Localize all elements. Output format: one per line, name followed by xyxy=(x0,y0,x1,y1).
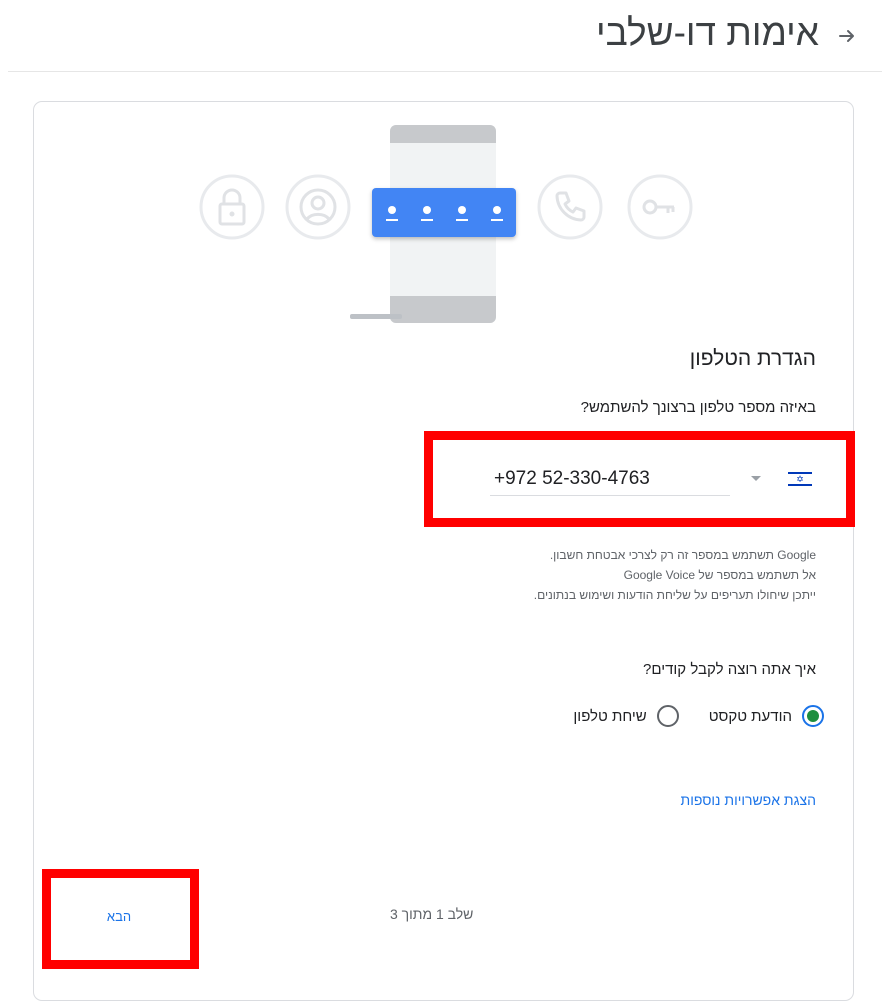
phone-number-input[interactable] xyxy=(490,462,730,496)
setup-illustration xyxy=(190,125,710,325)
phone-usage-notes: Google תשתמש במספר זה רק לצרכי אבטחת חשב… xyxy=(534,545,816,605)
arrow-forward-icon[interactable] xyxy=(834,23,860,49)
israel-flag-icon: ✡ xyxy=(788,471,812,487)
radio-phone-call-label: שיחת טלפון xyxy=(573,707,647,725)
pin-slot xyxy=(385,203,398,223)
pin-slot xyxy=(455,203,468,223)
country-code-select[interactable]: ✡ xyxy=(750,466,812,492)
radio-text-message[interactable]: הודעת טקסט xyxy=(709,705,824,727)
radio-phone-call[interactable]: שיחת טלפון xyxy=(573,705,679,727)
chevron-down-icon xyxy=(751,476,761,481)
radio-text-message-label: הודעת טקסט xyxy=(708,707,792,725)
code-method-radio-group: הודעת טקסט שיחת טלפון xyxy=(573,705,824,727)
radio-unselected-icon xyxy=(656,705,679,727)
header-divider xyxy=(8,71,882,72)
phone-shadow xyxy=(350,314,402,319)
note-line: ייתכן שיחולו תעריפים על שליחת הודעות ושי… xyxy=(533,588,816,602)
phone-icon xyxy=(537,174,603,240)
next-button[interactable]: הבא xyxy=(79,898,159,934)
note-line: Google תשתמש במספר זה רק לצרכי אבטחת חשב… xyxy=(549,548,816,562)
pin-slot xyxy=(420,203,433,223)
page-header: אימות דו-שלבי xyxy=(0,0,882,72)
setup-phone-title: הגדרת הטלפון xyxy=(689,347,816,370)
page-title: אימות דו-שלבי xyxy=(595,12,819,53)
pin-code-card xyxy=(372,188,516,237)
lock-icon xyxy=(199,174,265,240)
key-icon xyxy=(627,174,693,240)
pin-slot xyxy=(490,203,503,223)
note-line: אל תשתמש במספר של Google Voice xyxy=(623,568,816,582)
radio-selected-icon xyxy=(802,705,824,727)
step-counter: שלב 1 מתוך 3 xyxy=(390,906,474,922)
back-arrow-graphic xyxy=(839,30,854,42)
more-options-link[interactable]: הצגת אפשרויות נוספות xyxy=(681,792,816,808)
account-icon xyxy=(285,174,351,240)
code-method-question: איך אתה רוצה לקבל קודים? xyxy=(642,661,816,678)
phone-number-question: באיזה מספר טלפון ברצונך להשתמש? xyxy=(580,399,816,416)
phone-bottom-bar xyxy=(390,296,496,323)
phone-top-bar xyxy=(390,125,496,143)
